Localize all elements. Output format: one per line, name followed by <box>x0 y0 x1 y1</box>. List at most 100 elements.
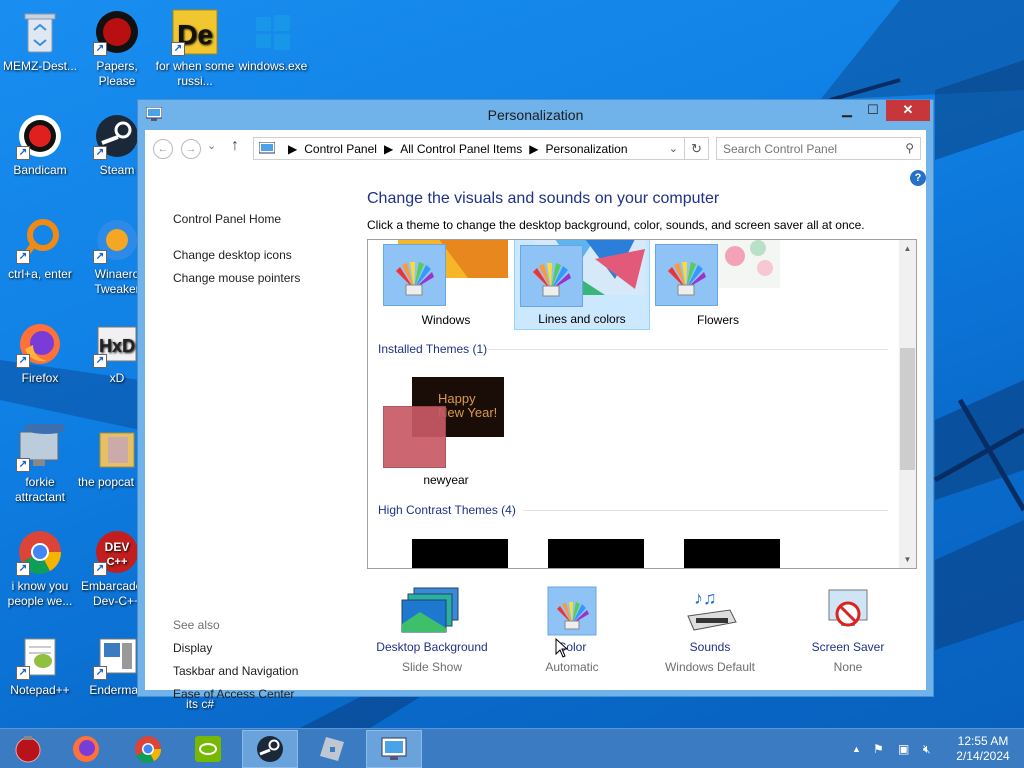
screen-saver-icon <box>783 586 913 636</box>
navigation-bar: ← → ⌄ ↑ ▶ Control Panel ▶ All Control Pa… <box>145 130 926 168</box>
page-title: Change the visuals and sounds on your co… <box>367 190 720 207</box>
breadcrumb-personalization[interactable]: Personalization <box>545 142 627 156</box>
system-clock[interactable]: 12:55 AM 2/14/2024 <box>948 734 1018 764</box>
theme-label: Windows <box>421 313 471 327</box>
close-button[interactable]: ✕ <box>886 100 930 121</box>
show-hidden-icons[interactable]: ▲ <box>852 744 861 754</box>
taskbar: ▲ ⚑ ▣ 🔇︎ 12:55 AM 2/14/2024 <box>0 728 1024 768</box>
screen-saver-value: None <box>833 660 863 674</box>
taskbar-navigation-link[interactable]: Taskbar and Navigation <box>173 664 298 678</box>
action-center-flag-icon[interactable]: ⚑ <box>873 742 884 756</box>
minimize-button[interactable]: ▁ <box>834 100 860 121</box>
taskbar-control-panel[interactable] <box>366 730 422 768</box>
theme-high-contrast-2[interactable] <box>548 539 644 568</box>
high-contrast-themes-header[interactable]: High Contrast Themes (4) <box>378 503 516 517</box>
control-panel-icon <box>259 141 275 153</box>
back-button[interactable]: ← <box>153 139 173 159</box>
recent-dropdown-icon[interactable]: ⌄ <box>207 139 216 152</box>
search-box[interactable]: ⚲ <box>716 137 921 160</box>
change-desktop-icons-link[interactable]: Change desktop icons <box>173 248 292 262</box>
screen-saver-option[interactable]: Screen Saver None <box>783 586 913 674</box>
mouse-cursor-icon <box>555 638 569 658</box>
taskbar-chrome[interactable] <box>120 730 176 768</box>
title-bar[interactable]: Personalization ▁ ☐ ✕ <box>138 100 933 130</box>
desktop-icon-forkie[interactable]: ↗ forkie attractant <box>0 424 80 505</box>
start-button[interactable] <box>0 730 56 768</box>
change-mouse-pointers-link[interactable]: Change mouse pointers <box>173 271 300 285</box>
display-link[interactable]: Display <box>173 641 212 655</box>
maximize-button[interactable]: ☐ <box>860 100 886 121</box>
desktop-icon-memz[interactable]: MEMZ-Dest... <box>0 8 80 74</box>
control-panel-home-link[interactable]: Control Panel Home <box>173 212 281 226</box>
desktop-background-value: Slide Show <box>401 660 463 674</box>
steam-icon: ↗ <box>93 112 141 160</box>
sounds-value: Windows Default <box>664 660 756 674</box>
color-palette-icon <box>655 244 718 306</box>
breadcrumb-all-items[interactable]: All Control Panel Items <box>400 142 522 156</box>
theme-flowers[interactable]: Flowers <box>650 240 786 330</box>
theme-high-contrast-1[interactable] <box>412 539 508 568</box>
devcpp-icon: DEV C++ ↗ <box>93 528 141 576</box>
windows-exe-icon <box>249 8 297 56</box>
color-option[interactable]: Color Automatic <box>507 586 637 674</box>
theme-label: Lines and colors <box>538 312 626 326</box>
desktop-icon-windows-exe[interactable]: windows.exe <box>233 8 313 74</box>
taskbar-steam[interactable] <box>242 730 298 768</box>
desktop-icon-label: windows.exe <box>238 59 308 73</box>
taskbar-roblox[interactable] <box>304 730 360 768</box>
theme-high-contrast-3[interactable] <box>684 539 780 568</box>
recycle-bin-icon <box>16 8 64 56</box>
breadcrumb-control-panel[interactable]: Control Panel <box>304 142 377 156</box>
ease-of-access-link[interactable]: Ease of Access Center <box>173 687 294 701</box>
ring-icon: ↗ <box>16 216 64 264</box>
color-palette-icon <box>507 586 637 636</box>
desktop-icon-ctrl-a[interactable]: ↗ ctrl+a, enter <box>0 216 80 282</box>
theme-lines-and-colors[interactable]: Lines and colors <box>514 240 650 330</box>
sounds-option[interactable]: ♪♫ Sounds Windows Default <box>645 586 775 674</box>
search-input[interactable] <box>717 138 887 159</box>
desktop-icon-label: i know you people we... <box>7 579 73 608</box>
personalization-window: Personalization ▁ ☐ ✕ ← → ⌄ ↑ ▶ Control … <box>137 99 934 701</box>
svg-text:DEV: DEV <box>105 540 130 554</box>
address-dropdown-icon[interactable]: ⌄ <box>669 142 678 155</box>
forward-button[interactable]: → <box>181 139 201 159</box>
scroll-up-arrow[interactable]: ▲ <box>899 240 916 257</box>
installed-themes-header[interactable]: Installed Themes (1) <box>378 342 487 356</box>
firefox-icon <box>73 736 99 762</box>
color-palette-icon <box>520 245 583 307</box>
address-bar[interactable]: ▶ Control Panel ▶ All Control Panel Item… <box>253 137 709 160</box>
theme-newyear[interactable]: Happy New Year! newyear <box>378 370 514 492</box>
desktop-icon-chrome[interactable]: ↗ i know you people we... <box>0 528 80 609</box>
search-icon[interactable]: ⚲ <box>905 141 914 155</box>
refresh-icon[interactable]: ↻ <box>684 138 708 159</box>
de-icon: De ↗ <box>171 8 219 56</box>
flowers-preview <box>710 240 780 288</box>
desktop-icon-firefox[interactable]: ↗ Firefox <box>0 320 80 386</box>
desktop-icon-bandicam[interactable]: ↗ Bandicam <box>0 112 80 178</box>
color-swatch <box>383 406 446 468</box>
control-panel-icon <box>381 737 407 760</box>
color-palette-icon <box>383 244 446 306</box>
desktop-icon-label: for when some russi... <box>155 59 235 88</box>
volume-muted-icon[interactable]: 🔇︎ <box>923 742 931 757</box>
desktop-icon-notepadpp[interactable]: ↗ Notepad++ <box>0 632 80 698</box>
scroll-down-arrow[interactable]: ▼ <box>899 551 916 568</box>
window-client: ← → ⌄ ↑ ▶ Control Panel ▶ All Control Pa… <box>145 130 926 701</box>
chrome-icon <box>135 736 162 763</box>
taskbar-nvidia[interactable] <box>180 730 236 768</box>
scroll-thumb[interactable] <box>900 348 915 470</box>
desktop-icon-de[interactable]: De ↗ for when some russi... <box>155 8 235 89</box>
theme-label: Flowers <box>696 313 739 327</box>
network-icon[interactable]: ▣ <box>898 742 909 756</box>
see-also-label: See also <box>173 618 220 632</box>
taskbar-firefox[interactable] <box>58 730 114 768</box>
up-button[interactable]: ↑ <box>231 137 239 155</box>
page-description: Click a theme to change the desktop back… <box>367 218 865 232</box>
theme-list-scrollbar[interactable]: ▲ ▼ <box>899 240 916 568</box>
desktop-icon-papers-please[interactable]: ↗ Papers, Please <box>77 8 157 89</box>
desktop-background-option[interactable]: Desktop Background Slide Show <box>367 586 497 674</box>
sounds-icon: ♪♫ <box>645 586 775 636</box>
theme-windows[interactable]: Windows <box>378 240 514 330</box>
theme-list: Windows Lines and colors Flowers Install… <box>367 239 917 569</box>
help-icon[interactable]: ? <box>910 170 926 186</box>
